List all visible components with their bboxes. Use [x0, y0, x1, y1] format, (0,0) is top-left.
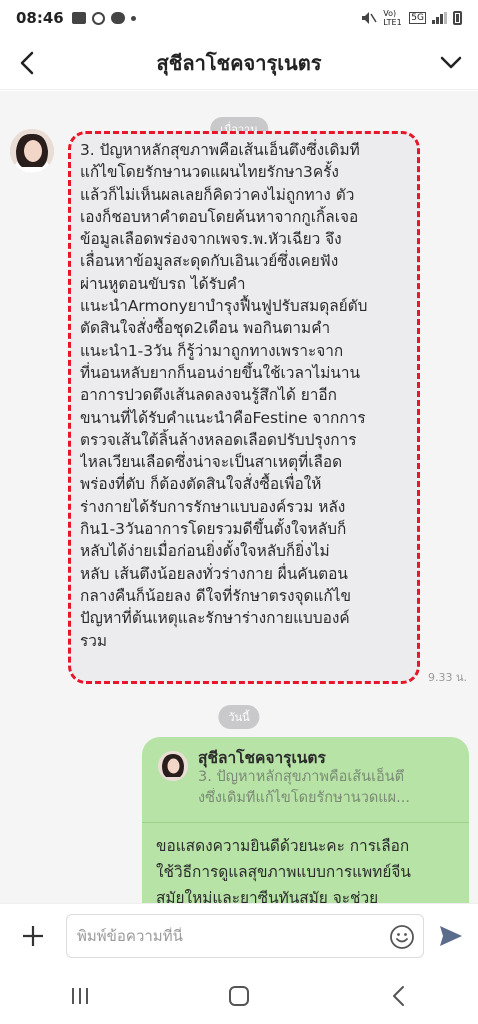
add-button[interactable]	[0, 904, 66, 968]
chat-area[interactable]: เมื่อวาน 3. ปัญหาหลักสุขภาพคือเส้นเอ็นตึ…	[0, 91, 478, 903]
outgoing-message-text: ขอแสดงความยินดีด้วยนะคะ การเลือกใช้วิธีก…	[142, 823, 469, 903]
text-line: ข้อมูลเลือดพร่องจากเพจร.พ.หัวเฉียว จึง	[80, 230, 342, 249]
back-button[interactable]	[0, 36, 54, 90]
text-line: หลับ เส้นตึงน้อยลงทั่วร่างกาย ผื่นคันตอน	[80, 564, 348, 583]
battery-icon	[453, 11, 462, 25]
system-nav-bar	[0, 967, 478, 1024]
recent-apps-icon	[71, 987, 88, 1004]
text-line: กิน1-3วันอาการโดยรวมดีขึ้นตั้งใจหลับก็	[80, 520, 347, 539]
text-line: อาการปวดตึงเส้นลดลงจนรู้สึกได้ ยาอีก	[80, 386, 337, 405]
menu-button[interactable]	[424, 36, 478, 90]
incoming-message-text: 3. ปัญหาหลักสุขภาพคือเส้นเอ็นตึงซึ่งเดิม…	[80, 139, 410, 652]
message-input[interactable]	[77, 926, 377, 945]
text-line: รวม	[80, 631, 108, 650]
text-line: ตัดสินใจสั่งซื้อชุด2เดือน พอกินตามคำ	[80, 319, 331, 338]
text-line: ปัญหาที่ต้นเหตุและรักษาร่างกายแบบองค์	[80, 609, 350, 628]
send-icon	[440, 925, 462, 946]
text-line: เลื่อนหาข้อมูลสะดุดกับเอินเวย์ซึ่งเคยฟัง	[80, 252, 339, 271]
avatar-image	[158, 751, 188, 781]
outgoing-message-bubble[interactable]: สุชีลาโชคจารุเนตร 3. ปัญหาหลักสุขภาพคือเ…	[142, 737, 469, 903]
text-line: พร่องที่ตับ ก็ต้องตัดสินใจสั่งซื้อเพื่อใ…	[80, 475, 322, 494]
cloud-icon	[110, 12, 125, 24]
text-line: แนะนำArmonyยาบำรุงฟื้นฟูปรับสมดุลย์ตับ	[80, 297, 368, 316]
network-label: Vo) LTE1	[383, 9, 402, 27]
status-bar: 08:46 Vo) LTE1 5G	[0, 0, 478, 36]
avatar[interactable]	[10, 129, 54, 173]
text-line: ขนานที่ได้รับคำแนะนำคือFestine จากการ	[80, 408, 366, 427]
text-line: แก้ไขโดยรักษานวดแผนไทยรักษา3ครั้ง	[80, 163, 339, 182]
text-line: แนะนำ1-3วัน ก็รู้ว่ามาถูกทางเพราะจาก	[80, 341, 344, 360]
text-line: ตรวจเส้นใต้ลิ้นล้างหลอดเลือดปรับปรุงการ	[80, 430, 357, 449]
reply-avatar	[158, 751, 188, 781]
text-line: หลับได้ง่ายเมื่อก่อนยิ่งตั้งใจหลับก็ยิ่ง…	[80, 542, 330, 561]
avatar-image	[10, 129, 54, 173]
home-button[interactable]	[209, 976, 269, 1016]
incoming-message-bubble[interactable]: 3. ปัญหาหลักสุขภาพคือเส้นเอ็นตึงซึ่งเดิม…	[70, 131, 420, 682]
chrome-icon	[91, 11, 105, 25]
back-icon	[393, 985, 405, 1006]
message-field[interactable]	[66, 913, 424, 958]
text-line: ใช้วิธีการดูแลสุขภาพแบบการแพทย์จีน	[156, 863, 411, 881]
signal-icon	[432, 12, 447, 24]
message-time: 9.33 น.	[428, 671, 468, 684]
text-line: ที่นอนหลับยากก็นอนง่ายขึ้นใช้เวลาไม่นาน	[80, 363, 361, 382]
text-line: ขอแสดงความยินดีด้วยนะคะ การเลือก	[156, 837, 410, 855]
text-line: 3. ปัญหาหลักสุขภาพคือเส้นเอ็นตึ	[198, 769, 405, 785]
text-line: กลางคืนก็น้อยลง ดีใจที่รักษาตรงจุดแก้ไข	[80, 586, 351, 605]
text-line: แล้วก็ไม่เห็นผลเลยก็คิดว่าคงไม่ถูกทาง ตั…	[80, 185, 355, 204]
mute-icon	[362, 12, 377, 24]
recent-apps-button[interactable]	[50, 976, 110, 1016]
notification-dot-icon	[130, 15, 136, 21]
text-line: สมัยใหม่และยาซีนทันสมัย จะช่วย	[156, 889, 379, 903]
smiley-icon[interactable]	[389, 924, 415, 950]
chevron-left-icon	[20, 51, 34, 74]
plus-icon	[23, 925, 43, 946]
text-line: ผ่านหูตอนขับรถ ได้รับคำ	[80, 274, 246, 293]
message-input-bar	[0, 903, 478, 967]
system-back-button[interactable]	[368, 976, 428, 1016]
text-line: งซึ่งเดิมทีแก้ไขโดยรักษานวดแผ...	[198, 790, 410, 806]
home-icon	[228, 985, 249, 1006]
chevron-down-icon	[440, 56, 462, 68]
status-left-icons	[71, 11, 136, 25]
reply-preview-text: 3. ปัญหาหลักสุขภาพคือเส้นเอ็นตึงซึ่งเดิม…	[198, 767, 454, 809]
text-line: เองก็ชอบหาคำตอบโดยค้นหาจากกูเกิ้ลเจอ	[80, 207, 359, 226]
send-button[interactable]	[424, 904, 478, 968]
text-line: ร่างกายได้รับการรักษาแบบองค์รวม หลัง	[80, 497, 346, 516]
chat-header: สุชีลาโชคจารุเนตร	[0, 36, 478, 90]
text-line: ไหลเวียนเลือดซึ่งน่าจะเป็นสาเหตุที่เลือด	[80, 453, 343, 472]
status-time: 08:46	[16, 9, 64, 27]
text-line: 3. ปัญหาหลักสุขภาพคือเส้นเอ็นตึงซึ่งเดิม…	[80, 141, 360, 159]
gallery-icon	[71, 12, 86, 24]
network-type: 5G	[409, 12, 426, 24]
chat-title: สุชีลาโชคจารุเนตร	[156, 50, 322, 75]
status-right-icons: Vo) LTE1 5G	[361, 9, 462, 27]
date-pill-today: วันนี้	[218, 705, 260, 729]
reply-quote[interactable]: สุชีลาโชคจารุเนตร 3. ปัญหาหลักสุขภาพคือเ…	[142, 737, 469, 823]
